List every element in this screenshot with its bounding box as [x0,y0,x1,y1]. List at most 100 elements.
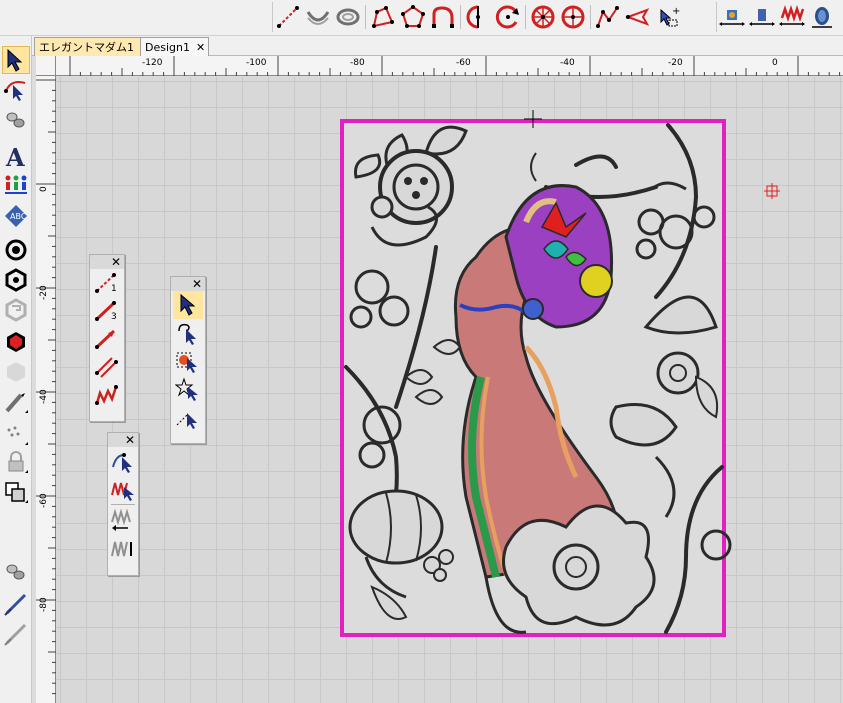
ruler-label: -60 [456,58,471,68]
ruler-label: -80 [39,597,49,612]
left-toolbar: A ABC [0,36,32,703]
close-icon[interactable]: ✕ [111,256,121,268]
needle-icon [4,593,27,616]
svg-text:A: A [5,143,25,169]
close-icon[interactable]: ✕ [192,278,202,290]
palette-line-tools: ✕ 1 3 [89,254,125,422]
tab-label: Design1 [145,40,190,54]
stitch-cursor-button[interactable] [109,534,137,562]
ruler-label: -40 [39,389,49,404]
hexagon-ring-button[interactable] [2,266,30,294]
object-select-icon [176,352,197,373]
zigzag-line-button[interactable] [92,381,122,409]
hexagon-red-button[interactable] [2,328,30,356]
tab-design1[interactable]: Design1 ✕ [140,37,210,56]
select-arrow-button[interactable] [173,291,203,319]
dashed-line-3-button[interactable]: 3 [92,297,122,325]
spools2-button[interactable] [2,558,30,586]
ruler-label: 0 [39,186,49,192]
add-point-button[interactable]: + [653,2,683,32]
dots-button[interactable] [2,420,30,448]
curve-tool-icon [432,6,454,28]
stitch-insert-button[interactable] [109,506,137,534]
line-tool-button[interactable] [273,2,303,32]
double-line-icon [95,357,118,378]
ring-button[interactable] [2,236,30,264]
stitch-select-icon [111,482,134,501]
stitch-point-icon [112,453,132,473]
shapes-button[interactable] [2,478,30,506]
split-tool-button[interactable] [463,2,493,32]
arrow-line-button[interactable] [92,325,122,353]
lasso-select-button[interactable] [173,319,203,347]
stitch-insert-icon [111,508,131,531]
dots-icon [7,426,28,445]
polygon-tool-button[interactable] [368,2,398,32]
wheel-tool-button[interactable] [528,2,558,32]
close-icon[interactable]: ✕ [125,434,135,446]
rotate-tool-icon [495,5,519,29]
arrow-tool-button[interactable] [623,2,653,32]
circle-tool-icon [561,5,585,29]
select-tool-button[interactable] [2,46,30,74]
stitch-preview2-icon [749,9,775,26]
satin-preview-button[interactable] [777,2,807,32]
people-button[interactable] [2,170,30,198]
rotate-tool-button[interactable] [493,2,523,32]
line-select-button[interactable] [173,403,203,431]
node-edit-icon [4,81,26,101]
spools-button[interactable] [2,106,30,134]
hexagon-faded-button[interactable] [2,358,30,386]
spools2-icon [6,564,25,580]
ruler-label: 0 [772,58,778,68]
stitch-preview2-button[interactable] [747,2,777,32]
ruler-left: 0 -20 -40 -60 -80 [36,76,56,703]
people-icon [5,175,27,194]
close-icon[interactable]: ✕ [196,41,205,54]
double-line-button[interactable] [92,353,122,381]
ring-icon [5,239,27,261]
line-tool-icon [277,6,299,28]
text-tool-button[interactable]: A [2,142,30,170]
lasso-select-icon [178,323,196,345]
arc-tool-icon [306,11,330,25]
tab-elegant-madam[interactable]: エレガントマダム1 ✕ [34,37,154,56]
spiral-button[interactable] [2,296,30,324]
bobbin-preview-button[interactable] [807,2,837,32]
select-arrow-icon [7,48,23,72]
arc-tool-button[interactable] [303,2,333,32]
ruler-label: -20 [668,58,683,68]
stitch-preview-button[interactable] [717,2,747,32]
toolbar-group-preview [716,2,837,32]
ring-tool-button[interactable] [333,2,363,32]
palette-titlebar[interactable]: ✕ [108,433,138,447]
ring-tool-icon [336,8,360,26]
line-count-label: 1 [111,284,117,294]
zigzag-tool-button[interactable] [593,2,623,32]
stitch-select-button[interactable] [109,475,137,503]
stitch-point-button[interactable] [109,447,137,475]
bobbin-preview-icon [812,7,832,28]
palette-titlebar[interactable]: ✕ [90,255,124,269]
node-edit-button[interactable] [2,76,30,104]
stitch-preview-icon [719,10,745,26]
star-select-button[interactable] [173,375,203,403]
pentagon-tool-button[interactable] [398,2,428,32]
needle-faded-button[interactable] [2,620,30,648]
arrow-line-icon [95,329,116,349]
palette-titlebar[interactable]: ✕ [171,277,205,291]
triple-line-icon: 3 [95,301,117,322]
pen-tool-button[interactable] [2,388,30,416]
curve-tool-button[interactable] [428,2,458,32]
satin-preview-icon [779,5,805,26]
object-select-button[interactable] [173,347,203,375]
circle-tool-button[interactable] [558,2,588,32]
lock-button[interactable] [2,448,30,476]
text-tool-icon: A [5,143,25,169]
ruler-label: -60 [39,493,49,508]
origin-marker[interactable] [764,183,780,199]
needle-button[interactable] [2,590,30,618]
dashed-line-1-button[interactable]: 1 [92,269,122,297]
monogram-button[interactable]: ABC [2,202,30,230]
add-point-icon: + [660,6,680,27]
